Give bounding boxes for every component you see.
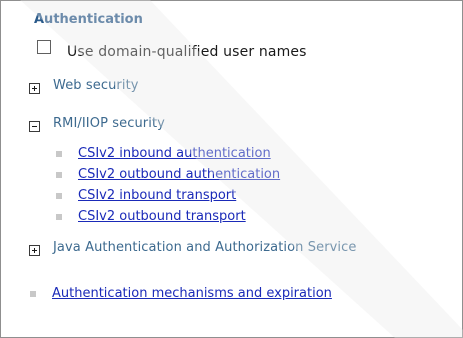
bullet-icon: [56, 193, 62, 199]
rmi-iiop-security-collapse-icon[interactable]: [29, 121, 40, 132]
rmi-iiop-security-label[interactable]: RMI/IIOP security: [53, 116, 165, 131]
authentication-panel: Authentication Use domain-qualified user…: [0, 0, 463, 338]
jaas-label[interactable]: Java Authentication and Authorization Se…: [53, 240, 357, 255]
jaas-expand-icon[interactable]: [29, 245, 40, 256]
domain-qualified-names-label[interactable]: Use domain-qualified user names: [67, 44, 307, 60]
bullet-icon: [56, 172, 62, 178]
domain-qualified-names-checkbox[interactable]: [37, 40, 51, 54]
link-csiv2-outbound-transport[interactable]: CSIv2 outbound transport: [78, 209, 246, 224]
link-csiv2-inbound-transport[interactable]: CSIv2 inbound transport: [78, 188, 236, 203]
bullet-icon: [30, 291, 36, 297]
section-title: Authentication: [34, 12, 143, 27]
link-csiv2-inbound-authentication[interactable]: CSIv2 inbound authentication: [78, 146, 271, 161]
web-security-expand-icon[interactable]: [29, 83, 40, 94]
web-security-label[interactable]: Web security: [53, 78, 139, 93]
link-authentication-mechanisms-expiration[interactable]: Authentication mechanisms and expiration: [52, 286, 332, 301]
link-csiv2-outbound-authentication[interactable]: CSIv2 outbound authentication: [78, 167, 280, 182]
bullet-icon: [56, 151, 62, 157]
bullet-icon: [56, 214, 62, 220]
